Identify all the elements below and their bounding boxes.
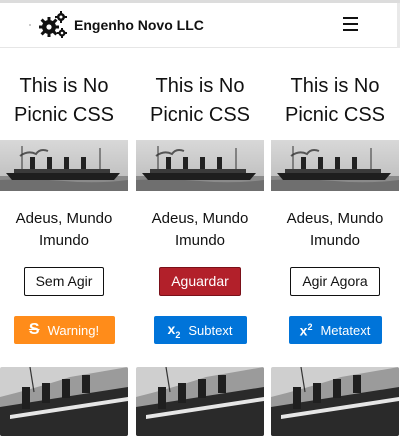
brand[interactable]: Engenho Novo LLC [29,11,204,39]
card-title-line: Picnic CSS [149,104,251,126]
aguardar-button[interactable]: Aguardar [159,267,241,296]
agir-agora-button[interactable]: Agir Agora [290,267,380,296]
hamburger-menu-button[interactable] [340,13,362,35]
ship-photo-large [136,367,264,436]
card-3: This is No Picnic CSS Adeus, Mundo Imund… [271,48,399,344]
card-text-line: Imundo [174,232,226,249]
card-title-line: Picnic CSS [284,104,386,126]
strikethrough-icon: S [28,321,40,338]
card-title: This is No Picnic CSS [0,72,128,130]
ship-photo-large [271,367,399,436]
brand-name: Engenho Novo LLC [74,17,204,33]
card-title-line: This is No [19,75,109,97]
card-title-line: This is No [290,75,380,97]
card-title-line: Picnic CSS [13,104,115,126]
ship-photo [136,140,264,191]
card-title: This is No Picnic CSS [271,72,399,130]
metatext-button-label: Metatext [320,322,371,338]
warning-button-label: Warning! [47,322,100,338]
window-edge [0,0,400,3]
subtext-button-label: Subtext [188,322,233,338]
ship-photo [271,140,399,191]
card-2: This is No Picnic CSS Adeus, Mundo Imund… [136,48,264,344]
hamburger-line [343,29,358,31]
card-text-line: Imundo [309,232,361,249]
card-text-line: Imundo [38,232,90,249]
subtext-button[interactable]: x2 Subtext [153,316,247,344]
card-text: Adeus, Mundo Imundo [271,208,399,252]
card-1: This is No Picnic CSS Adeus, Mundo Imund… [0,48,128,344]
card-title: This is No Picnic CSS [136,72,264,130]
card-text-line: Adeus, Mundo [15,210,113,227]
gears-icon [39,11,67,38]
card-title-line: This is No [155,75,245,97]
card-text-line: Adeus, Mundo [151,210,249,227]
top-navbar: Engenho Novo LLC [0,0,400,48]
card-text-line: Adeus, Mundo [286,210,384,227]
warning-button[interactable]: S Warning! [13,316,115,344]
subscript-icon: x2 [167,320,181,340]
hamburger-icon [343,17,358,19]
metatext-button[interactable]: x2 Metatext [288,316,382,344]
card-text: Adeus, Mundo Imundo [0,208,128,252]
ship-photo [0,140,128,191]
hamburger-line [343,23,358,25]
card-text: Adeus, Mundo Imundo [136,208,264,252]
ship-photo-large [0,367,128,436]
sem-agir-button[interactable]: Sem Agir [23,267,105,296]
superscript-icon: x2 [299,321,313,339]
decor-dot [29,24,31,26]
